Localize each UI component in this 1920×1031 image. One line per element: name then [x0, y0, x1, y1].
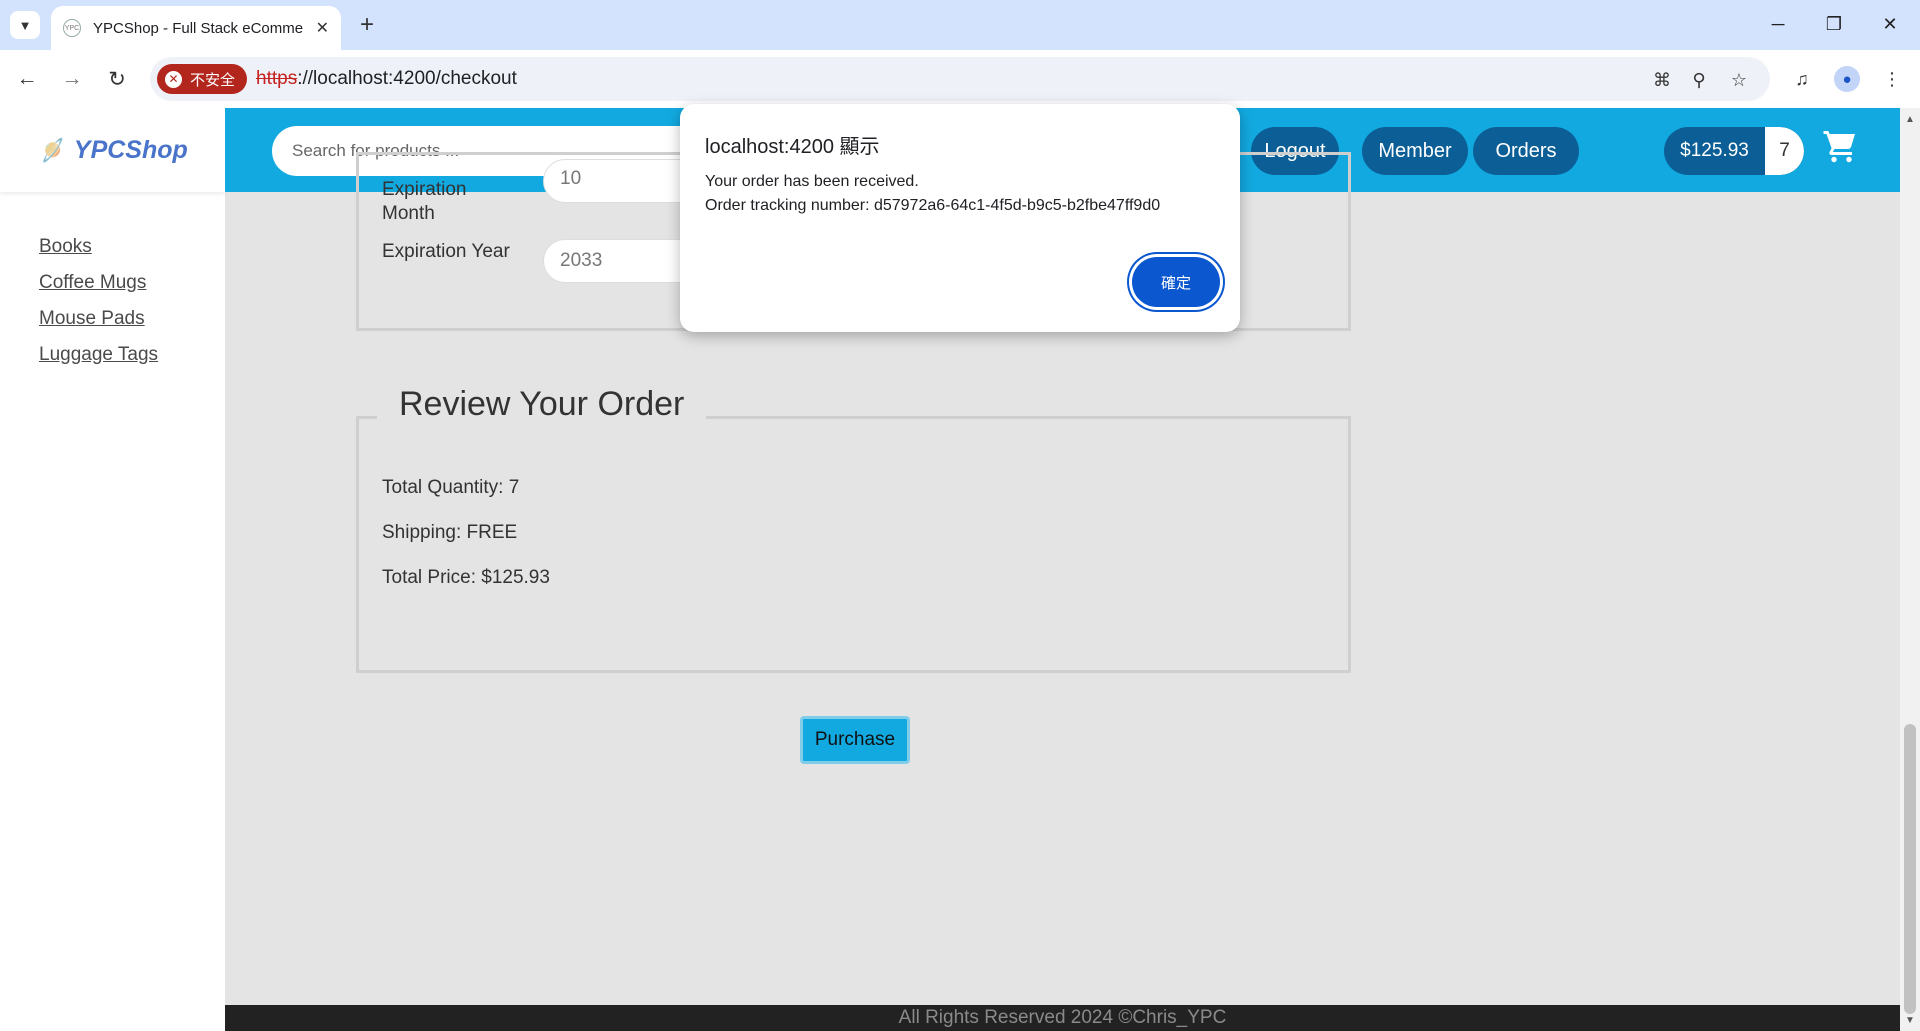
url-text[interactable]: https://localhost:4200/checkout	[256, 68, 517, 90]
dialog-message: Your order has been received. Order trac…	[705, 170, 1160, 218]
shopping-cart-icon[interactable]	[1822, 128, 1858, 164]
member-button[interactable]: Member	[1362, 127, 1468, 175]
scroll-up-icon[interactable]: ▲	[1900, 110, 1920, 128]
alert-dialog: localhost:4200 顯示 Your order has been re…	[680, 104, 1240, 332]
profile-button[interactable]: ●	[1831, 63, 1863, 95]
category-list: Books Coffee Mugs Mouse Pads Luggage Tag…	[39, 236, 158, 380]
restore-icon: ❐	[1825, 13, 1843, 34]
scrollbar-thumb[interactable]	[1904, 724, 1916, 1014]
brand-name: YPCShop	[73, 135, 188, 164]
warning-x-icon: ✕	[165, 70, 182, 88]
category-link-books[interactable]: Books	[39, 236, 92, 257]
tab-search-button[interactable]: ▼	[10, 11, 40, 39]
forward-button[interactable]: →	[56, 63, 88, 95]
orders-button[interactable]: Orders	[1473, 127, 1579, 175]
address-bar[interactable]: ✕ 不安全 https://localhost:4200/checkout ⌘ …	[150, 57, 1770, 101]
bookmark-star-icon[interactable]: ☆	[1724, 65, 1754, 95]
site-footer: All Rights Reserved 2024 ©Chris_YPC	[225, 1005, 1900, 1031]
review-order-fieldset	[356, 416, 1351, 673]
dialog-message-line-2: Order tracking number: d57972a6-64c1-4f5…	[705, 197, 1161, 214]
scroll-down-icon[interactable]: ▼	[1900, 1011, 1920, 1029]
sidebar: 🪐 YPCShop Books Coffee Mugs Mouse Pads L…	[0, 108, 225, 1031]
url-path: ://localhost:4200/checkout	[297, 68, 517, 89]
favicon-icon: YPC	[63, 19, 81, 37]
reload-button[interactable]: ↻	[101, 63, 133, 95]
expiration-year-label: Expiration Year	[382, 241, 510, 262]
brand-logo[interactable]: 🪐 YPCShop	[0, 108, 225, 192]
category-link-coffee-mugs[interactable]: Coffee Mugs	[39, 272, 146, 293]
browser-tab[interactable]: YPC YPCShop - Full Stack eCommerce ✕	[51, 6, 341, 50]
category-link-mouse-pads[interactable]: Mouse Pads	[39, 308, 145, 329]
category-link-luggage-tags[interactable]: Luggage Tags	[39, 344, 158, 365]
cart-total-price: $125.93	[1680, 140, 1749, 161]
profile-avatar-icon: ●	[1834, 66, 1860, 92]
reload-icon: ↻	[108, 67, 126, 91]
dialog-ok-button[interactable]: 確定	[1132, 257, 1220, 307]
footer-copyright: All Rights Reserved 2024 ©Chris_YPC	[898, 1007, 1227, 1028]
translate-icon[interactable]: ⌘	[1647, 65, 1677, 95]
review-order-legend: Review Your Order	[377, 385, 707, 424]
expiration-month-label: Expiration Month	[382, 179, 467, 224]
back-button[interactable]: ←	[11, 63, 43, 95]
purchase-button[interactable]: Purchase	[800, 716, 910, 764]
dialog-title: localhost:4200 顯示	[705, 136, 880, 158]
security-label: 不安全	[190, 71, 236, 89]
total-quantity-text: Total Quantity: 7	[382, 477, 520, 498]
media-controls-icon[interactable]: ♫	[1786, 63, 1818, 95]
browser-tabstrip: ▼ YPC YPCShop - Full Stack eCommerce ✕ +…	[0, 0, 1920, 50]
minimize-icon: ─	[1771, 13, 1785, 34]
page-scrollbar[interactable]: ▲ ▼	[1900, 108, 1920, 1031]
close-window-button[interactable]: ✕	[1870, 8, 1910, 40]
new-tab-button[interactable]: +	[352, 10, 382, 40]
expiration-month-select[interactable]: 10	[543, 159, 703, 203]
plus-icon: +	[359, 11, 374, 38]
browser-toolbar: ← → ↻ ✕ 不安全 https://localhost:4200/check…	[0, 50, 1920, 108]
shipping-text: Shipping: FREE	[382, 522, 518, 543]
planet-logo-icon: 🪐	[33, 131, 73, 169]
browser-menu-icon[interactable]: ⋮	[1876, 63, 1908, 95]
arrow-right-icon: →	[61, 67, 83, 90]
cart-quantity: 7	[1765, 127, 1804, 175]
url-scheme: https	[256, 68, 298, 89]
restore-button[interactable]: ❐	[1814, 8, 1854, 40]
dialog-message-line-1: Your order has been received.	[705, 173, 919, 190]
arrow-left-icon: ←	[16, 67, 38, 90]
expiration-year-select[interactable]: 2033	[543, 239, 703, 283]
close-icon: ✕	[1882, 13, 1898, 34]
minimize-button[interactable]: ─	[1758, 8, 1798, 40]
total-price-text: Total Price: $125.93	[382, 567, 550, 588]
cart-status[interactable]: $125.93 7	[1664, 127, 1804, 175]
chevron-down-icon: ▼	[18, 17, 32, 33]
close-tab-icon[interactable]: ✕	[316, 18, 329, 38]
tab-title: YPCShop - Full Stack eCommerce	[93, 19, 303, 37]
zoom-icon[interactable]: ⚲	[1684, 65, 1714, 95]
security-chip[interactable]: ✕ 不安全	[157, 64, 248, 94]
